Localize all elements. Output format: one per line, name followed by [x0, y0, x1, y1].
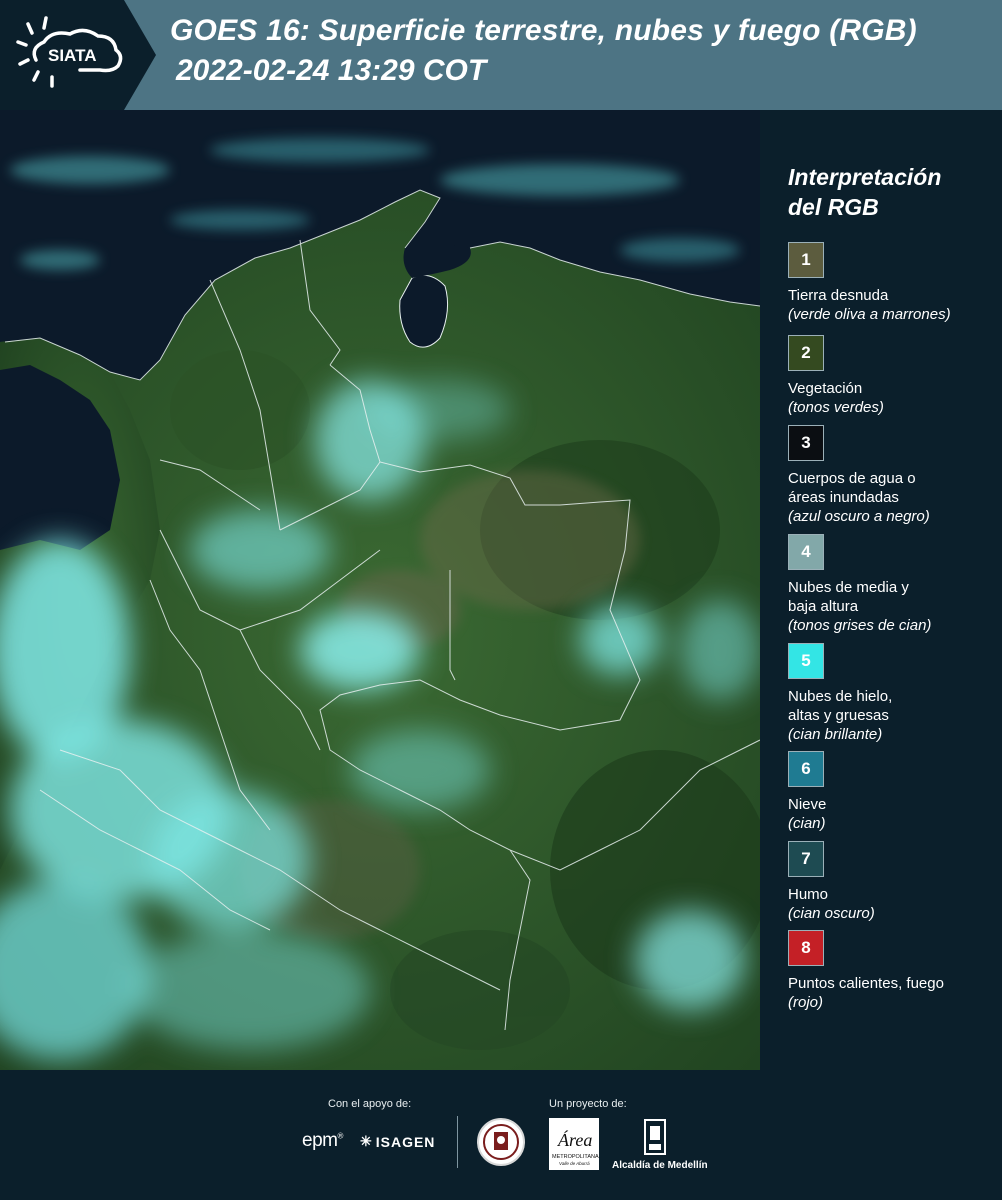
footer: Con el apoyo de: Un proyecto de: epm® ✳ … [0, 1070, 1002, 1200]
legend-item-8: 8 Puntos calientes, fuego (rojo) [788, 930, 998, 1012]
epm-logo: epm® [302, 1130, 343, 1151]
legend-item-5: 5 Nubes de hielo, altas y gruesas (cian … [788, 643, 998, 744]
support-label: Con el apoyo de: [328, 1098, 412, 1110]
title-timestamp: 2022-02-24 13:29 COT [176, 54, 487, 87]
satellite-map [0, 110, 760, 1070]
legend-item-desc: (azul oscuro a negro) [788, 508, 930, 525]
legend-item-label: Vegetación [788, 380, 863, 397]
legend-item-7: 7 Humo (cian oscuro) [788, 841, 998, 923]
legend-item-6: 6 Nieve (cian) [788, 751, 998, 833]
alcaldia-shield-icon [641, 1118, 669, 1158]
legend-swatch: 4 [788, 534, 824, 570]
legend-item-label: Nubes de hielo, altas y gruesas [788, 688, 893, 724]
legend-title-line1: Interpretación [788, 164, 942, 190]
alcaldia-text: Alcaldía de Medellín [612, 1160, 708, 1171]
legend-item-desc: (cian) [788, 815, 826, 832]
header-bar: SIATA GOES 16: Superficie terrestre, nub… [0, 0, 1002, 110]
area-metropolitana-logo: Área METROPOLITANA Valle de Aburrá [549, 1118, 599, 1170]
legend-item-label: Cuerpos de agua o áreas inundadas [788, 470, 916, 506]
svg-text:Área: Área [557, 1129, 592, 1150]
legend-item-2: 2 Vegetación (tonos verdes) [788, 335, 998, 417]
legend-swatch: 3 [788, 425, 824, 461]
legend-item-desc: (tonos grises de cian) [788, 617, 932, 634]
legend-swatch: 6 [788, 751, 824, 787]
legend-title-line2: del RGB [788, 194, 879, 220]
isagen-icon: ✳ [360, 1133, 373, 1149]
university-seal-logo [477, 1118, 525, 1166]
legend-swatch: 1 [788, 242, 824, 278]
legend-title: Interpretación del RGB [788, 162, 941, 222]
legend-item-desc: (tonos verdes) [788, 399, 884, 416]
legend-swatch: 5 [788, 643, 824, 679]
footer-divider [457, 1116, 458, 1168]
legend-swatch: 7 [788, 841, 824, 877]
legend-item-desc: (rojo) [788, 994, 824, 1011]
siata-logo-text: SIATA [48, 46, 96, 65]
siata-logo: SIATA [0, 0, 160, 110]
legend-item-1: 1 Tierra desnuda (verde oliva a marrones… [788, 242, 998, 324]
svg-text:Valle de Aburrá: Valle de Aburrá [559, 1161, 590, 1166]
legend-item-4: 4 Nubes de media y baja altura (tonos gr… [788, 534, 998, 635]
legend-swatch: 2 [788, 335, 824, 371]
svg-text:METROPOLITANA: METROPOLITANA [552, 1154, 599, 1160]
isagen-logo: ✳ ISAGEN [360, 1133, 435, 1150]
epm-logo-text: epm [302, 1130, 338, 1151]
project-label: Un proyecto de: [549, 1098, 627, 1110]
legend-item-label: Nubes de media y baja altura [788, 579, 909, 615]
legend-item-label: Puntos calientes, fuego [788, 975, 944, 992]
legend-item-label: Nieve [788, 796, 827, 813]
legend-item-3: 3 Cuerpos de agua o áreas inundadas (azu… [788, 425, 998, 526]
legend-item-desc: (cian brillante) [788, 726, 883, 743]
legend-item-desc: (cian oscuro) [788, 905, 875, 922]
legend-item-label: Tierra desnuda [788, 287, 889, 304]
legend-swatch: 8 [788, 930, 824, 966]
isagen-logo-text: ISAGEN [375, 1133, 436, 1150]
title-product: GOES 16: Superficie terrestre, nubes y f… [170, 14, 917, 47]
legend-panel: Interpretación del RGB 1 Tierra desnuda … [760, 110, 1002, 1070]
legend-item-desc: (verde oliva a marrones) [788, 306, 951, 323]
legend-item-label: Humo [788, 886, 829, 903]
